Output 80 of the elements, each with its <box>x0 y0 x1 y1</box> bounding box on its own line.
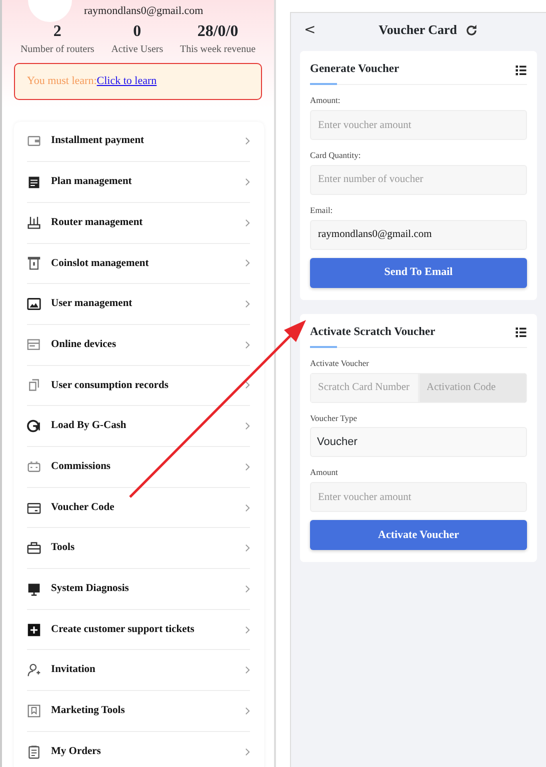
field-label: Voucher Type <box>310 412 358 424</box>
menu-item[interactable]: My Orders <box>27 732 250 767</box>
g-circle-icon <box>27 419 41 434</box>
menu-item[interactable]: Create customer support tickets <box>27 610 250 650</box>
list-icon[interactable] <box>515 326 527 338</box>
stat-value: 0 <box>132 22 142 42</box>
chevron-icon <box>245 218 250 227</box>
menu-item[interactable]: Plan management <box>27 162 250 203</box>
menu-item[interactable]: Coinslot management <box>27 244 250 284</box>
page-title: Voucher Card <box>378 21 458 40</box>
input-field[interactable]: raymondlans0@gmail.com <box>310 220 527 250</box>
menu-item[interactable]: Marketing Tools <box>27 691 250 732</box>
list-icon[interactable] <box>515 64 527 76</box>
back-button[interactable]: < <box>300 20 320 40</box>
menu-item[interactable]: Tools <box>27 528 250 570</box>
stat-label: Number of routers <box>20 43 94 57</box>
chevron-icon <box>245 300 250 308</box>
menu-item[interactable]: System Diagnosis <box>27 569 250 610</box>
user-add-icon <box>27 663 41 678</box>
coin-slot-icon <box>27 256 41 270</box>
records-icon <box>27 378 41 392</box>
menu-item[interactable]: Invitation <box>27 650 250 692</box>
menu-item[interactable]: Load By G-Cash <box>27 406 250 447</box>
chevron-icon <box>245 381 250 390</box>
card-icon <box>27 500 41 515</box>
field-label: Card Quantity: <box>310 149 362 162</box>
menu-item[interactable]: Installment payment <box>27 122 250 162</box>
activate-voucher-button[interactable]: Activate Voucher <box>310 520 527 550</box>
stat-value: 28/0/0 <box>196 22 240 42</box>
stat-label: This week revenue <box>180 43 256 57</box>
chevron-icon <box>245 462 250 471</box>
menu-item[interactable]: Voucher Code <box>27 488 250 528</box>
chevron-icon <box>245 259 250 268</box>
learn-link[interactable]: Click to learn <box>96 75 157 87</box>
email-text: raymondlans0@gmail.com <box>84 4 204 19</box>
send-email-button[interactable]: Send To Email <box>310 258 527 288</box>
notepad-icon <box>27 175 41 190</box>
router-icon <box>27 216 41 230</box>
field-label: Activate Voucher <box>310 356 370 370</box>
menu-item[interactable]: Online devices <box>27 324 250 366</box>
chevron-icon <box>245 422 250 430</box>
avatar <box>28 0 72 22</box>
menu-item[interactable]: User management <box>27 284 250 325</box>
input-field[interactable]: Scratch Card Number <box>310 372 418 402</box>
field-label: Amount <box>310 466 339 479</box>
wallet-icon <box>27 134 41 148</box>
input-field[interactable]: Activation Code <box>418 372 527 402</box>
plus-square-icon <box>27 622 41 637</box>
input-field[interactable]: Enter voucher amount <box>310 110 527 140</box>
screen-icon <box>27 582 41 596</box>
input-field[interactable]: Enter voucher amount <box>310 482 527 512</box>
chevron-icon <box>245 504 250 512</box>
chevron-icon <box>245 544 250 552</box>
field-label: Email: <box>310 204 334 216</box>
stat-value: 2 <box>52 22 62 42</box>
monitor-icon <box>27 297 41 312</box>
toolbox-icon <box>27 541 41 556</box>
menu-item[interactable]: User consumption records <box>27 366 250 406</box>
field-label: Amount: <box>310 94 342 107</box>
voucher-type-select[interactable]: Voucher <box>310 427 527 458</box>
clipboard-icon <box>27 744 41 759</box>
chevron-icon <box>245 626 250 634</box>
devices-icon <box>27 338 41 352</box>
chevron-icon <box>245 748 250 756</box>
stat-label: Active Users <box>111 43 164 57</box>
menu-item[interactable]: Router management <box>27 202 250 244</box>
chevron-icon <box>245 666 250 674</box>
menu-item[interactable]: Commissions <box>27 447 250 488</box>
chevron-icon <box>245 178 250 186</box>
card-title: Generate Voucher <box>310 62 400 77</box>
input-field[interactable]: Enter number of voucher <box>310 164 527 195</box>
battery-icon <box>27 460 41 474</box>
refresh-icon[interactable] <box>465 24 478 36</box>
bookmark-icon <box>27 704 41 718</box>
chevron-icon <box>245 706 250 715</box>
chevron-icon <box>245 137 250 146</box>
chevron-icon <box>245 340 250 349</box>
notice-text: You must learn: <box>27 75 97 87</box>
card-title: Activate Scratch Voucher <box>310 324 436 340</box>
chevron-icon <box>245 584 250 593</box>
